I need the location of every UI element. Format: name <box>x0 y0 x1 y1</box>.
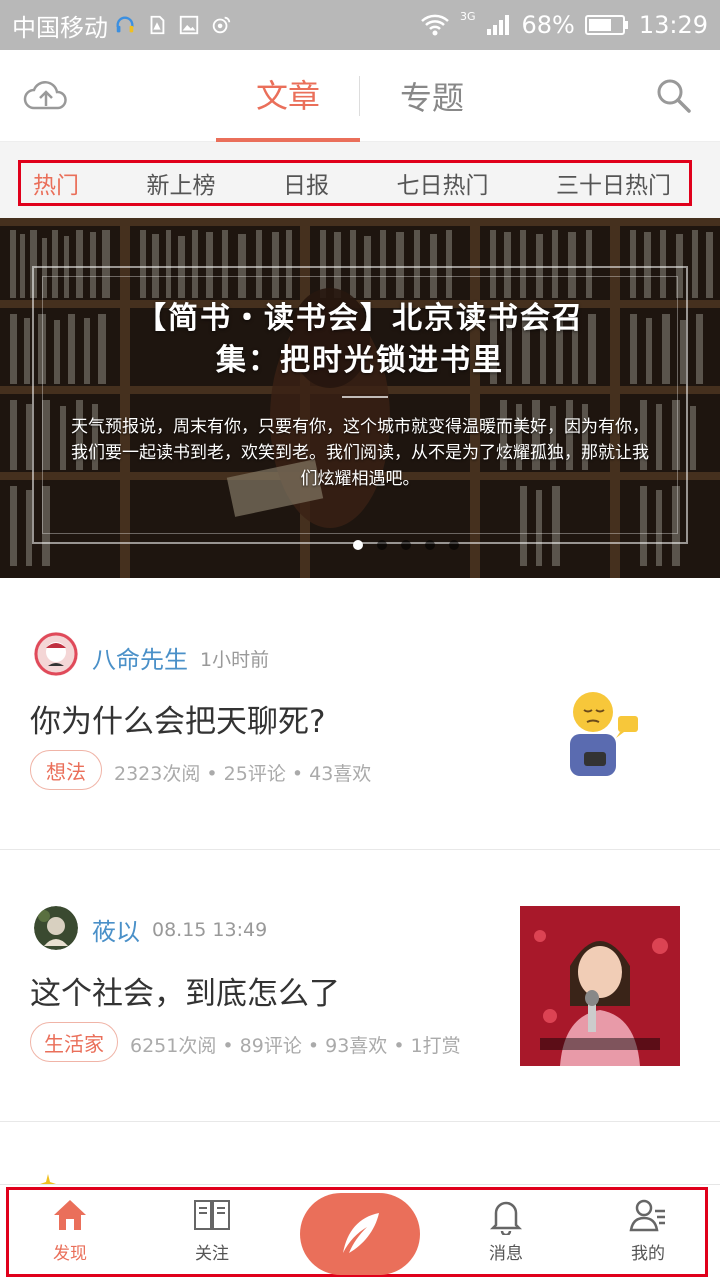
list-item-partial[interactable] <box>0 1122 720 1184</box>
collection-tag[interactable]: 想法 <box>30 750 102 790</box>
feather-pen-icon <box>343 1213 379 1253</box>
banner-description: 天气预报说，周末有你，只要有你，这个城市就变得温暖而美好，因为有你，我们要一起读… <box>71 417 649 489</box>
banner-title-line1: 【简书・读书会】北京读书会召 <box>136 301 584 336</box>
signal-icon <box>487 15 510 35</box>
nav-messages-label: 消息 <box>489 1244 523 1264</box>
category-tabs-highlight: 热门 新上榜 日报 七日热门 三十日热门 <box>18 160 692 206</box>
carousel-indicators <box>0 540 720 550</box>
carrier-name: 中国移动 <box>12 13 108 42</box>
home-icon <box>54 1200 86 1230</box>
book-icon <box>194 1200 230 1230</box>
search-icon[interactable] <box>654 76 694 116</box>
category-tabs: 热门 新上榜 日报 七日热门 三十日热门 <box>0 142 720 218</box>
battery-icon <box>584 15 628 35</box>
list-item[interactable]: 八命先生 1小时前 你为什么会把天聊死? 想法 2323次阅 • 25评论 • … <box>0 578 720 850</box>
network-type: 3G <box>459 9 476 23</box>
bottom-navigation: 发现 关注 消息 我的 <box>0 1184 720 1280</box>
weibo-icon <box>212 16 231 34</box>
tab-divider <box>359 76 360 116</box>
collection-tag[interactable]: 生活家 <box>30 1022 118 1062</box>
author-name[interactable]: 莜以 <box>92 912 140 947</box>
top-header: 文章 专题 <box>0 50 720 142</box>
banner-title: 【简书・读书会】北京读书会召 集：把时光锁进书里 <box>60 298 660 382</box>
wifi-icon <box>421 14 449 36</box>
banner-carousel[interactable]: 【简书・读书会】北京读书会召 集：把时光锁进书里 天气预报说，周末有你，只要有你… <box>0 218 720 578</box>
write-button[interactable] <box>300 1193 420 1275</box>
subtab-seven-day-hot[interactable]: 七日热门 <box>397 166 489 200</box>
headset-icon <box>116 16 134 33</box>
carousel-dot-active[interactable] <box>353 540 363 550</box>
nav-follow-label: 关注 <box>195 1244 229 1264</box>
status-icons-left <box>114 14 232 36</box>
post-time: 08.15 13:49 <box>152 919 268 941</box>
subtab-hot[interactable]: 热门 <box>33 166 79 200</box>
banner-title-line2: 集：把时光锁进书里 <box>216 343 504 378</box>
nav-follow[interactable]: 关注 <box>162 1195 262 1275</box>
cloud-upload-icon[interactable] <box>22 76 70 116</box>
image-icon <box>179 15 199 35</box>
author-name[interactable]: 八命先生 <box>92 640 188 675</box>
tab-topic[interactable]: 专题 <box>362 50 502 142</box>
subtab-new-list[interactable]: 新上榜 <box>147 166 216 200</box>
post-time: 1小时前 <box>200 649 270 671</box>
nav-me[interactable]: 我的 <box>598 1195 698 1275</box>
nav-discover-label: 发现 <box>53 1244 87 1264</box>
post-stats: 2323次阅 • 25评论 • 43喜欢 <box>114 763 372 785</box>
nav-me-label: 我的 <box>631 1244 665 1264</box>
status-icons-right: 3G 68% 13:29 <box>420 9 708 39</box>
banner-separator <box>342 396 388 398</box>
tab-article[interactable]: 文章 <box>216 50 360 142</box>
bell-icon <box>489 1201 523 1235</box>
carrier-group: 中国移动 <box>12 8 108 43</box>
carousel-dot[interactable] <box>377 540 387 550</box>
post-stats: 6251次阅 • 89评论 • 93喜欢 • 1打赏 <box>130 1035 461 1057</box>
avatar[interactable] <box>34 632 78 676</box>
carousel-dot[interactable] <box>449 540 459 550</box>
avatar[interactable] <box>34 906 78 950</box>
post-title[interactable]: 这个社会，到底怎么了 <box>30 968 340 1013</box>
subtab-daily[interactable]: 日报 <box>283 166 329 200</box>
user-icon <box>629 1199 665 1232</box>
carousel-dot[interactable] <box>425 540 435 550</box>
carousel-dot[interactable] <box>401 540 411 550</box>
nav-messages[interactable]: 消息 <box>456 1195 556 1275</box>
sim-warning-icon <box>150 15 165 35</box>
sparkle-icon <box>40 1174 56 1184</box>
post-title[interactable]: 你为什么会把天聊死? <box>30 696 325 741</box>
list-item[interactable]: 莜以 08.15 13:49 这个社会，到底怎么了 生活家 6251次阅 • 8… <box>0 850 720 1122</box>
woman-microphone-thumbnail[interactable] <box>520 906 680 1066</box>
status-bar: 中国移动 3G 68% 13:29 <box>0 0 720 50</box>
subtab-thirty-day-hot[interactable]: 三十日热门 <box>556 166 671 200</box>
battery-percent: 68% <box>521 11 575 39</box>
sad-emoji-thumbnail[interactable] <box>560 682 646 778</box>
clock: 13:29 <box>638 11 708 39</box>
nav-discover[interactable]: 发现 <box>20 1195 120 1275</box>
